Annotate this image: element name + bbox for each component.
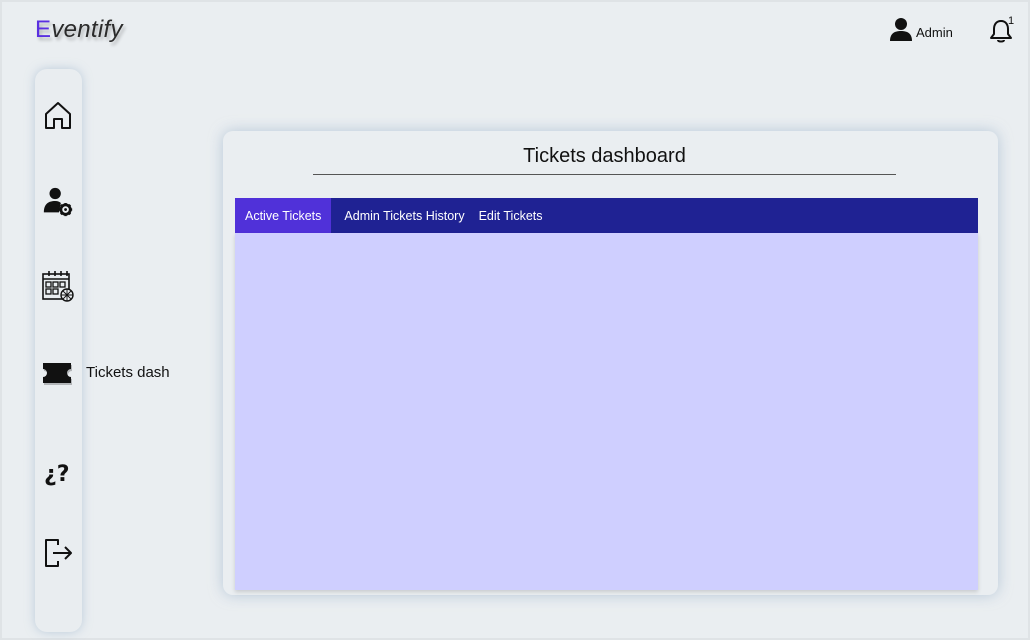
sidebar-item-home[interactable] (41, 98, 75, 132)
calendar-icon (42, 271, 74, 302)
sidebar-item-user-settings[interactable] (41, 185, 75, 219)
user-label: Admin (916, 25, 953, 40)
sidebar-item-help[interactable]: ¿? (41, 455, 75, 489)
logo-text: ventify (51, 16, 123, 43)
logout-icon (45, 539, 72, 567)
home-icon (45, 102, 71, 129)
tab-active-tickets[interactable]: Active Tickets (235, 198, 332, 233)
sidebar-item-tickets[interactable] (41, 357, 75, 391)
sidebar-item-calendar[interactable] (41, 269, 75, 303)
tickets-panel: Tickets dashboard Active Tickets Admin T… (223, 131, 998, 595)
tab-admin-tickets-history[interactable]: Admin Tickets History (337, 198, 471, 233)
app-logo[interactable]: Eventify (35, 16, 123, 44)
tab-content-area (235, 233, 978, 590)
sidebar-item-tickets-label[interactable]: Tickets dash (86, 364, 170, 381)
ticket-icon (43, 363, 72, 385)
notification-count: 1 (1008, 15, 1015, 27)
sidebar-item-logout[interactable] (41, 536, 75, 570)
sidebar: ¿? (35, 69, 82, 632)
svg-text:¿?: ¿? (44, 462, 70, 487)
logo-initial: E (35, 16, 52, 43)
notifications-button[interactable]: 1 (988, 15, 1016, 46)
page-title: Tickets dashboard (313, 145, 896, 175)
user-settings-icon (43, 187, 73, 217)
user-icon (888, 16, 914, 47)
help-icon: ¿? (44, 462, 70, 487)
tabs-bar: Active Tickets Admin Tickets History Edi… (235, 198, 978, 233)
tab-edit-tickets[interactable]: Edit Tickets (472, 198, 550, 233)
user-menu[interactable]: Admin (888, 16, 953, 47)
